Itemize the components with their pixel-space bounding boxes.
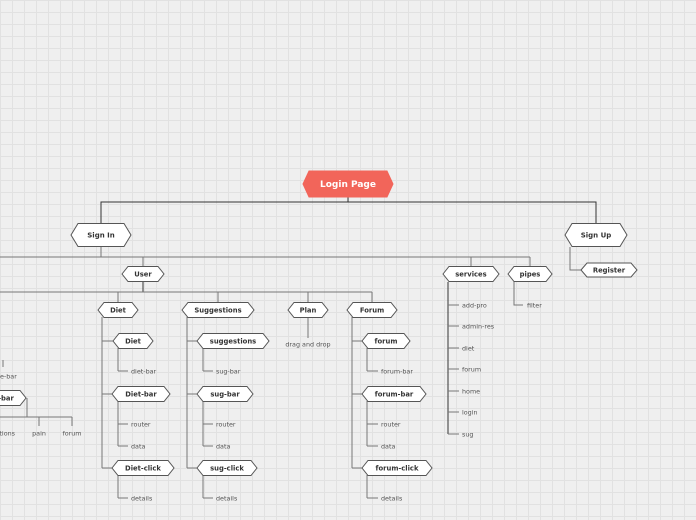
node-diet-click-label: Diet-click [125, 464, 161, 472]
partial-left-bar [26, 398, 72, 418]
root-node-login-page[interactable]: Login Page [302, 170, 394, 198]
node-user[interactable]: User [121, 266, 165, 282]
leaf-drag-and-drop: drag and drop [285, 340, 330, 348]
node-forum-click-label: forum-click [376, 464, 419, 472]
node-diet-label: Diet [125, 337, 142, 345]
node-services-label: services [455, 270, 486, 278]
node-diet-click[interactable]: Diet-click [111, 460, 175, 476]
node-forum-label: forum [375, 337, 398, 345]
node-sug-click[interactable]: sug-click [196, 460, 258, 476]
leaf-sug-router: router [216, 420, 236, 428]
leaf-services-item: forum [462, 365, 481, 373]
node-diet-group-label: Diet [110, 306, 127, 314]
node-sign-in-label: Sign In [87, 232, 114, 240]
node-sug-bar-label: sug-bar [210, 390, 240, 398]
leaf-left-forum: forum [62, 429, 81, 437]
leaf-services-item: home [462, 387, 480, 395]
node-suggestions-label: suggestions [210, 337, 256, 345]
leaf-pain: pain [32, 429, 46, 437]
node-diet[interactable]: Diet [112, 333, 154, 349]
leaf-forum-details: details [381, 494, 403, 502]
leaf-diet-data: data [131, 442, 145, 450]
sign-in-branch-line [0, 247, 102, 258]
node-services[interactable]: services [442, 266, 500, 282]
leaf-diet-details: details [131, 494, 153, 502]
node-pipes-label: pipes [520, 270, 541, 278]
node-forum-bar-label: forum-bar [375, 390, 414, 398]
root-branch-line [100, 201, 597, 223]
mind-map-canvas: Login Page Sign In Sign Up User services pipe… [0, 170, 638, 502]
node-sign-in[interactable]: Sign In [70, 223, 132, 247]
node-forum-click[interactable]: forum-click [361, 460, 433, 476]
node-register-label: Register [593, 266, 626, 274]
leaf-services-item: sug [462, 430, 473, 438]
node-register[interactable]: Register [580, 262, 638, 278]
node-sign-up-label: Sign Up [581, 232, 612, 240]
leaf-services-item: add-pro [462, 301, 487, 309]
node-diet-bar[interactable]: Diet-bar [111, 386, 171, 402]
leaf-diet-bar: diet-bar [131, 367, 157, 375]
sign-up-register-line [569, 247, 581, 271]
leaf-filter: filter [527, 301, 542, 309]
node-forum-group[interactable]: Forum [346, 302, 398, 318]
leaf-forum-bar: forum-bar [381, 367, 413, 375]
leaf-services-item: admin-res [462, 322, 495, 330]
node-sug-bar[interactable]: sug-bar [196, 386, 254, 402]
pipes-filter-line [513, 282, 523, 306]
leaf-diet-router: router [131, 420, 151, 428]
node-diet-bar-label: Diet-bar [125, 390, 157, 398]
leaf-forum-router: router [381, 420, 401, 428]
leaf-sug-bar: sug-bar [216, 367, 241, 375]
node-partial-bar[interactable]: -bar [0, 390, 27, 406]
leaf-sug-details: details [216, 494, 238, 502]
node-plan[interactable]: Plan [287, 302, 329, 318]
node-sign-up[interactable]: Sign Up [564, 223, 628, 247]
node-forum[interactable]: forum [361, 333, 411, 349]
leaf-services-item: login [462, 408, 478, 416]
leaf-partial-page-bar: e-bar [0, 372, 17, 380]
node-pipes[interactable]: pipes [507, 266, 553, 282]
leaf-sug-data: data [216, 442, 230, 450]
node-sug-click-label: sug-click [210, 464, 244, 472]
node-partial-bar-label: -bar [0, 394, 14, 402]
node-diet-group[interactable]: Diet [97, 302, 139, 318]
node-suggestions[interactable]: suggestions [196, 333, 270, 349]
leaf-services-item: diet [462, 344, 475, 352]
node-user-label: User [134, 270, 152, 278]
leaf-partial-options: tions [0, 429, 16, 437]
leaf-forum-data: data [381, 442, 395, 450]
node-forum-group-label: Forum [360, 306, 384, 314]
mind-map-nodes: Login Page Sign In Sign Up User services pipe… [0, 170, 638, 502]
node-forum-bar[interactable]: forum-bar [361, 386, 427, 402]
root-node-login-page-label: Login Page [320, 180, 376, 190]
node-suggestions-group[interactable]: Suggestions [181, 302, 255, 318]
node-plan-label: Plan [300, 306, 317, 314]
node-suggestions-group-label: Suggestions [194, 306, 241, 314]
